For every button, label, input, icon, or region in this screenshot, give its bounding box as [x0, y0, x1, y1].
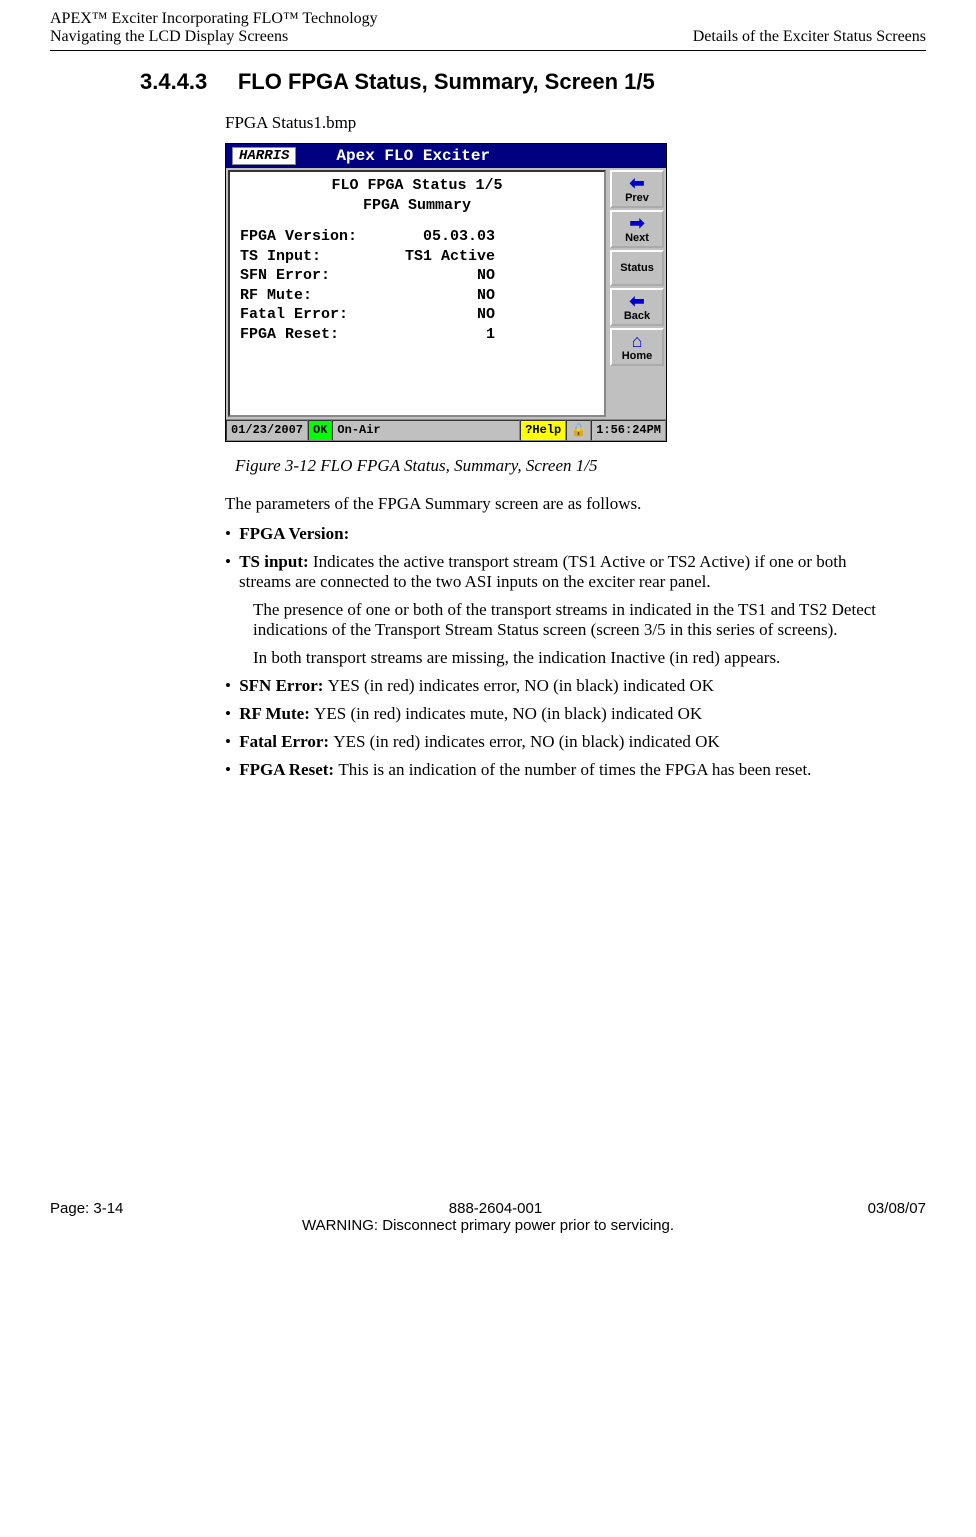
list-item: Fatal Error: YES (in red) indicates erro… [239, 732, 886, 752]
lcd-label: Fatal Error: [240, 305, 390, 325]
lcd-value: TS1 Active [390, 247, 495, 267]
arrow-back-icon: ⬅ [612, 292, 662, 310]
footer-docnum: 888-2604-001 [449, 1200, 542, 1217]
page-header: APEX™ Exciter Incorporating FLO™ Technol… [50, 0, 926, 51]
status-time: 1:56:24PM [591, 420, 666, 441]
lcd-value: NO [390, 305, 495, 325]
footer-warning: WARNING: Disconnect primary power prior … [50, 1217, 926, 1234]
footer-date: 03/08/07 [868, 1200, 926, 1217]
ts-input-sub2: In both transport streams are missing, t… [253, 648, 886, 668]
lcd-label: FPGA Reset: [240, 325, 390, 345]
lcd-label: RF Mute: [240, 286, 390, 306]
lcd-logo: HARRIS [232, 147, 296, 165]
lcd-screen-title1: FLO FPGA Status 1/5 [240, 176, 594, 196]
sfn-text: YES (in red) indicates error, NO (in bla… [328, 676, 714, 695]
lcd-label: SFN Error: [240, 266, 390, 286]
status-date: 01/23/2007 [226, 420, 308, 441]
section-title-text: FLO FPGA Status, Summary, Screen 1/5 [238, 69, 655, 94]
lcd-screenshot: HARRIS Apex FLO Exciter FLO FPGA Status … [225, 143, 886, 442]
prev-label: Prev [625, 192, 649, 204]
status-onair: On-Air [332, 420, 520, 441]
sfn-label: SFN Error: [239, 676, 327, 695]
lcd-row: TS Input:TS1 Active [240, 247, 594, 267]
parameter-list: FPGA Version: TS input: Indicates the ac… [225, 524, 886, 780]
intro-paragraph: The parameters of the FPGA Summary scree… [225, 494, 886, 514]
header-section: Navigating the LCD Display Screens [50, 28, 378, 46]
lcd-titlebar: HARRIS Apex FLO Exciter [226, 144, 666, 168]
prev-button[interactable]: ⬅Prev [610, 170, 664, 208]
lcd-statusbar: 01/23/2007 OK On-Air ?Help 🔓 1:56:24PM [226, 419, 666, 441]
arrow-left-icon: ⬅ [612, 174, 662, 192]
next-button[interactable]: ➡Next [610, 210, 664, 248]
lcd-label: FPGA Version: [240, 227, 390, 247]
list-item: FPGA Reset: This is an indication of the… [239, 760, 886, 780]
status-button[interactable]: Status [610, 250, 664, 286]
rf-text: YES (in red) indicates mute, NO (in blac… [314, 704, 702, 723]
ts-input-label: TS input: [239, 552, 313, 571]
lcd-row: Fatal Error:NO [240, 305, 594, 325]
list-item: SFN Error: YES (in red) indicates error,… [239, 676, 886, 696]
next-label: Next [625, 232, 649, 244]
header-product: APEX™ Exciter Incorporating FLO™ Technol… [50, 10, 378, 28]
ts-input-sub1: The presence of one or both of the trans… [253, 600, 886, 640]
home-button[interactable]: ⌂Home [610, 328, 664, 366]
lcd-sidebar: ⬅Prev ➡Next Status ⬅Back ⌂Home [608, 168, 666, 419]
page-footer: Page: 3-14 888-2604-001 03/08/07 WARNING… [50, 1200, 926, 1234]
status-ok: OK [308, 420, 332, 441]
fatal-label: Fatal Error: [239, 732, 333, 751]
status-lock-icon: 🔓 [566, 420, 591, 441]
header-subsection: Details of the Exciter Status Screens [693, 28, 926, 46]
lcd-value: 05.03.03 [390, 227, 495, 247]
status-label: Status [620, 262, 654, 274]
bmp-filename: FPGA Status1.bmp [225, 113, 886, 133]
list-item: FPGA Version: [239, 524, 886, 544]
list-item: TS input: Indicates the active transport… [239, 552, 886, 668]
reset-label: FPGA Reset: [239, 760, 338, 779]
lcd-label: TS Input: [240, 247, 390, 267]
section-heading: 3.4.4.3 FLO FPGA Status, Summary, Screen… [140, 69, 926, 95]
lcd-row: SFN Error:NO [240, 266, 594, 286]
list-item: RF Mute: YES (in red) indicates mute, NO… [239, 704, 886, 724]
lcd-value: NO [390, 266, 495, 286]
lcd-row: FPGA Reset:1 [240, 325, 594, 345]
figure-caption: Figure 3-12 FLO FPGA Status, Summary, Sc… [235, 456, 886, 476]
lcd-screen-title2: FPGA Summary [240, 196, 594, 216]
footer-page: Page: 3-14 [50, 1200, 123, 1217]
fatal-text: YES (in red) indicates error, NO (in bla… [333, 732, 719, 751]
lcd-main-area: FLO FPGA Status 1/5 FPGA Summary FPGA Ve… [228, 170, 606, 417]
home-icon: ⌂ [612, 332, 662, 350]
rf-label: RF Mute: [239, 704, 314, 723]
back-button[interactable]: ⬅Back [610, 288, 664, 326]
lcd-title: Apex FLO Exciter [336, 147, 490, 165]
lcd-row: FPGA Version:05.03.03 [240, 227, 594, 247]
fpga-version-label: FPGA Version: [239, 524, 349, 543]
lcd-row: RF Mute:NO [240, 286, 594, 306]
section-number: 3.4.4.3 [140, 69, 207, 94]
lcd-value: 1 [390, 325, 495, 345]
lcd-value: NO [390, 286, 495, 306]
home-label: Home [622, 350, 653, 362]
arrow-right-icon: ➡ [612, 214, 662, 232]
ts-input-text: Indicates the active transport stream (T… [239, 552, 847, 591]
back-label: Back [624, 310, 650, 322]
reset-text: This is an indication of the number of t… [338, 760, 811, 779]
status-help[interactable]: ?Help [520, 420, 566, 441]
